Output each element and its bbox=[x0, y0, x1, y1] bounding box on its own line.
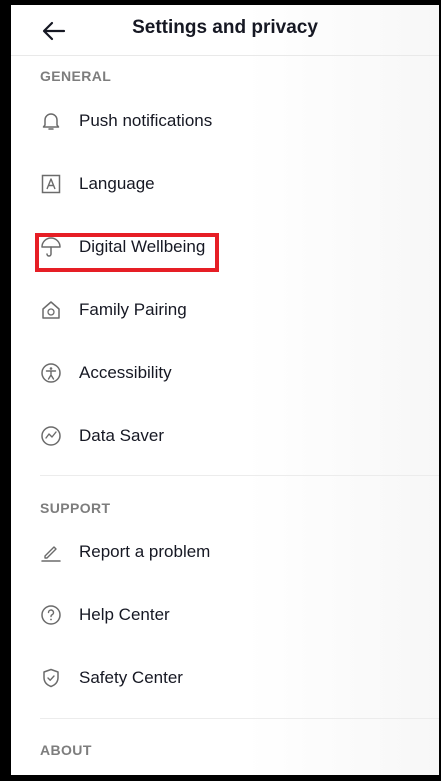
menu-item-accessibility[interactable]: Accessibility bbox=[37, 353, 427, 393]
menu-item-push-notifications[interactable]: Push notifications bbox=[37, 101, 427, 141]
menu-item-help-center[interactable]: Help Center bbox=[37, 595, 427, 635]
menu-item-label: Language bbox=[79, 174, 155, 193]
section-title-support: SUPPORT bbox=[40, 500, 111, 516]
menu-item-family-pairing[interactable]: Family Pairing bbox=[37, 290, 427, 330]
menu-item-report-a-problem[interactable]: Report a problem bbox=[37, 532, 427, 572]
menu-item-safety-center[interactable]: Safety Center bbox=[37, 658, 427, 698]
section-divider bbox=[40, 718, 439, 719]
menu-item-label: Family Pairing bbox=[79, 300, 187, 319]
language-icon bbox=[37, 170, 65, 198]
section-title-about: ABOUT bbox=[40, 742, 92, 758]
shield-icon bbox=[37, 664, 65, 692]
settings-screen: Settings and privacy GENERAL Push notifi… bbox=[11, 5, 439, 775]
highlight-box bbox=[35, 233, 219, 272]
bell-icon bbox=[37, 107, 65, 135]
menu-item-label: Accessibility bbox=[79, 363, 172, 382]
section-title-general: GENERAL bbox=[40, 68, 112, 84]
menu-item-label: Safety Center bbox=[79, 668, 183, 687]
menu-item-label: Help Center bbox=[79, 605, 170, 624]
menu-item-label: Report a problem bbox=[79, 542, 211, 561]
question-icon bbox=[37, 601, 65, 629]
accessibility-icon bbox=[37, 359, 65, 387]
pencil-icon bbox=[37, 538, 65, 566]
menu-item-label: Push notifications bbox=[79, 111, 213, 130]
menu-item-language[interactable]: Language bbox=[37, 164, 427, 204]
data-saver-icon bbox=[37, 422, 65, 450]
menu-item-data-saver[interactable]: Data Saver bbox=[37, 416, 427, 456]
menu-item-label: Data Saver bbox=[79, 426, 165, 445]
header-bar: Settings and privacy bbox=[11, 5, 439, 56]
page-title: Settings and privacy bbox=[132, 17, 318, 38]
family-house-icon bbox=[37, 296, 65, 324]
section-divider bbox=[40, 475, 439, 476]
